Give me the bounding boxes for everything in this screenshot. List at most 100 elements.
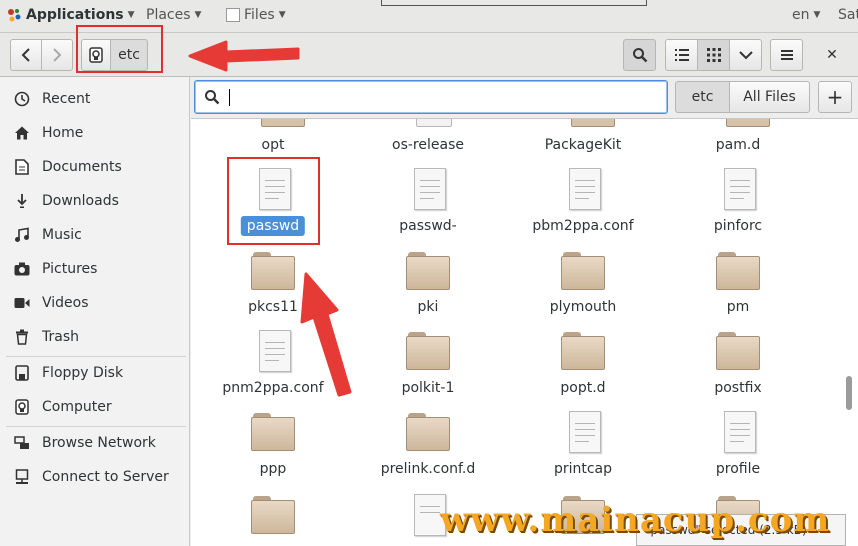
forward-button[interactable] bbox=[41, 39, 73, 71]
sidebar-item-label: Documents bbox=[42, 159, 122, 175]
file-item-pm[interactable]: pm bbox=[668, 250, 808, 320]
folder-icon bbox=[406, 411, 450, 453]
sidebar-item-label: Connect to Server bbox=[42, 469, 169, 485]
file-item-pam-d[interactable]: pam.d bbox=[668, 119, 808, 159]
sidebar-item-label: Videos bbox=[42, 295, 89, 311]
floppy-icon bbox=[14, 365, 30, 381]
grid-view-button[interactable] bbox=[697, 39, 730, 71]
file-icon bbox=[716, 411, 760, 453]
sidebar-item-home[interactable]: Home bbox=[0, 118, 190, 148]
sidebar-item-connect-to-server[interactable]: Connect to Server bbox=[0, 462, 190, 492]
clock-icon bbox=[14, 91, 30, 107]
sidebar-item-label: Trash bbox=[42, 329, 79, 345]
sidebar-item-floppy-disk[interactable]: Floppy Disk bbox=[0, 358, 190, 388]
file-item-packagekit[interactable]: PackageKit bbox=[513, 119, 653, 159]
search-input[interactable] bbox=[194, 80, 668, 114]
trash-icon bbox=[14, 329, 30, 345]
file-icon bbox=[406, 168, 450, 210]
files-menu[interactable]: Files ▼ bbox=[226, 7, 286, 23]
window-edge bbox=[381, 0, 647, 6]
file-label: polkit-1 bbox=[401, 380, 455, 396]
clock-label: Sat bbox=[838, 7, 858, 23]
file-item-plymouth[interactable]: plymouth bbox=[513, 250, 653, 320]
folder-icon bbox=[251, 411, 295, 453]
file-item-pki[interactable]: pki bbox=[358, 250, 498, 320]
sidebar-item-pictures[interactable]: Pictures bbox=[0, 254, 190, 284]
file-icon bbox=[416, 119, 452, 127]
computer-icon bbox=[14, 399, 30, 415]
places-menu[interactable]: Places ▼ bbox=[146, 7, 201, 23]
view-options-button[interactable] bbox=[729, 39, 762, 71]
file-label: pbm2ppa.conf bbox=[532, 218, 634, 234]
file-item-polkit-1[interactable]: polkit-1 bbox=[358, 330, 498, 400]
file-item-postfix[interactable]: postfix bbox=[668, 330, 808, 400]
file-item-opt[interactable]: opt bbox=[203, 119, 343, 159]
chevron-down-icon: ▼ bbox=[813, 10, 821, 20]
file-item-ppp[interactable]: ppp bbox=[203, 411, 343, 481]
language-label: en bbox=[792, 7, 810, 23]
folder-icon bbox=[571, 119, 615, 127]
file-item-prelink-conf-d[interactable]: prelink.conf.d bbox=[358, 411, 498, 481]
sidebar-item-music[interactable]: Music bbox=[0, 220, 190, 250]
folder-icon bbox=[261, 119, 305, 127]
search-scope-current[interactable]: etc bbox=[675, 81, 730, 113]
video-icon bbox=[14, 295, 30, 311]
file-item-popt-d[interactable]: popt.d bbox=[513, 330, 653, 400]
add-search-criteria-button[interactable]: + bbox=[818, 81, 852, 113]
chevron-right-icon bbox=[53, 48, 62, 62]
back-button[interactable] bbox=[10, 39, 42, 71]
chevron-down-icon: ▼ bbox=[194, 10, 202, 20]
file-item-profile[interactable]: profile bbox=[668, 411, 808, 481]
search-toggle-button[interactable] bbox=[623, 39, 656, 71]
file-label: PackageKit bbox=[544, 137, 622, 153]
file-label: ppp bbox=[259, 461, 287, 477]
sidebar-item-videos[interactable]: Videos bbox=[0, 288, 190, 318]
chevron-down-icon bbox=[738, 51, 753, 60]
sidebar-item-recent[interactable]: Recent bbox=[0, 84, 190, 114]
file-cabinet-icon bbox=[226, 8, 240, 22]
sidebar-item-label: Pictures bbox=[42, 261, 98, 277]
sidebar-item-downloads[interactable]: Downloads bbox=[0, 186, 190, 216]
folder-icon bbox=[406, 330, 450, 372]
file-item-passwd-backup[interactable]: passwd- bbox=[358, 168, 498, 240]
file-item-pinforc[interactable]: pinforc bbox=[668, 168, 808, 240]
sidebar-item-label: Music bbox=[42, 227, 82, 243]
search-icon bbox=[205, 90, 220, 105]
folder-icon bbox=[251, 250, 295, 292]
annotation-arrow-left-icon bbox=[188, 40, 300, 72]
file-item[interactable] bbox=[203, 494, 343, 546]
file-label: passwd- bbox=[399, 218, 457, 234]
sidebar-item-label: Downloads bbox=[42, 193, 119, 209]
passwd-highlight-box bbox=[227, 157, 320, 245]
sidebar-item-documents[interactable]: Documents bbox=[0, 152, 190, 182]
watermark: www.mainacup.com bbox=[440, 500, 831, 540]
list-view-button[interactable] bbox=[665, 39, 698, 71]
sidebar-item-browse-network[interactable]: Browse Network bbox=[0, 428, 190, 458]
folder-icon bbox=[251, 494, 295, 536]
sidebar-item-trash[interactable]: Trash bbox=[0, 322, 190, 352]
camera-icon bbox=[14, 261, 30, 277]
sidebar-item-computer[interactable]: Computer bbox=[0, 392, 190, 422]
vertical-scrollbar[interactable] bbox=[846, 376, 852, 410]
file-item-os-release[interactable]: os-release bbox=[358, 119, 498, 159]
clock[interactable]: Sat bbox=[838, 7, 858, 23]
file-item-printcap[interactable]: printcap bbox=[513, 411, 653, 481]
search-scope-all-files[interactable]: All Files bbox=[729, 81, 810, 113]
file-label: plymouth bbox=[549, 299, 617, 315]
close-button[interactable]: ✕ bbox=[816, 39, 848, 71]
folder-icon bbox=[716, 250, 760, 292]
close-icon: ✕ bbox=[826, 47, 838, 63]
applications-menu[interactable]: Applications ▼ bbox=[6, 7, 135, 23]
menu-button[interactable] bbox=[770, 39, 803, 71]
download-icon bbox=[14, 193, 30, 209]
music-icon bbox=[14, 227, 30, 243]
sidebar-separator bbox=[6, 356, 186, 357]
file-item-pbm2ppa-conf[interactable]: pbm2ppa.conf bbox=[513, 168, 653, 240]
language-indicator[interactable]: en ▼ bbox=[792, 7, 820, 23]
file-label: printcap bbox=[553, 461, 613, 477]
file-icon bbox=[561, 168, 605, 210]
hamburger-icon bbox=[780, 50, 793, 60]
list-icon bbox=[674, 49, 689, 61]
sidebar-item-label: Floppy Disk bbox=[42, 365, 124, 381]
annotation-arrow-up-icon bbox=[300, 272, 352, 397]
